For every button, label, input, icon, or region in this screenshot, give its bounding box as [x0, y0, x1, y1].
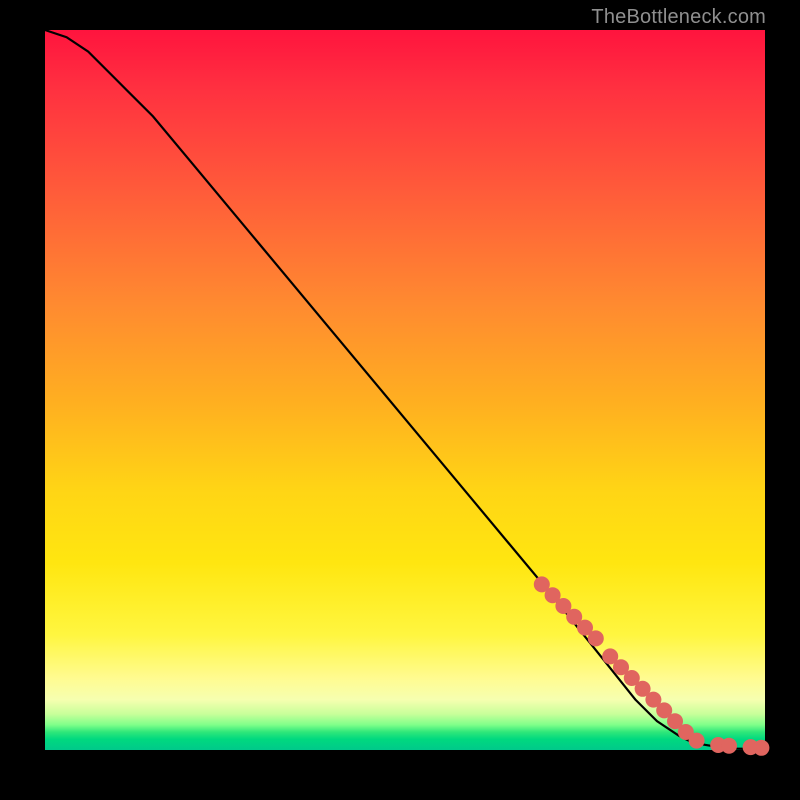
chart-frame: TheBottleneck.com	[0, 0, 800, 800]
dot-series	[534, 576, 770, 755]
dot	[753, 740, 769, 756]
dot	[588, 630, 604, 646]
bottleneck-curve	[45, 30, 765, 749]
dot	[689, 733, 705, 749]
chart-svg	[45, 30, 765, 750]
plot-area	[45, 30, 765, 750]
watermark-text: TheBottleneck.com	[591, 6, 766, 29]
dot	[721, 738, 737, 754]
